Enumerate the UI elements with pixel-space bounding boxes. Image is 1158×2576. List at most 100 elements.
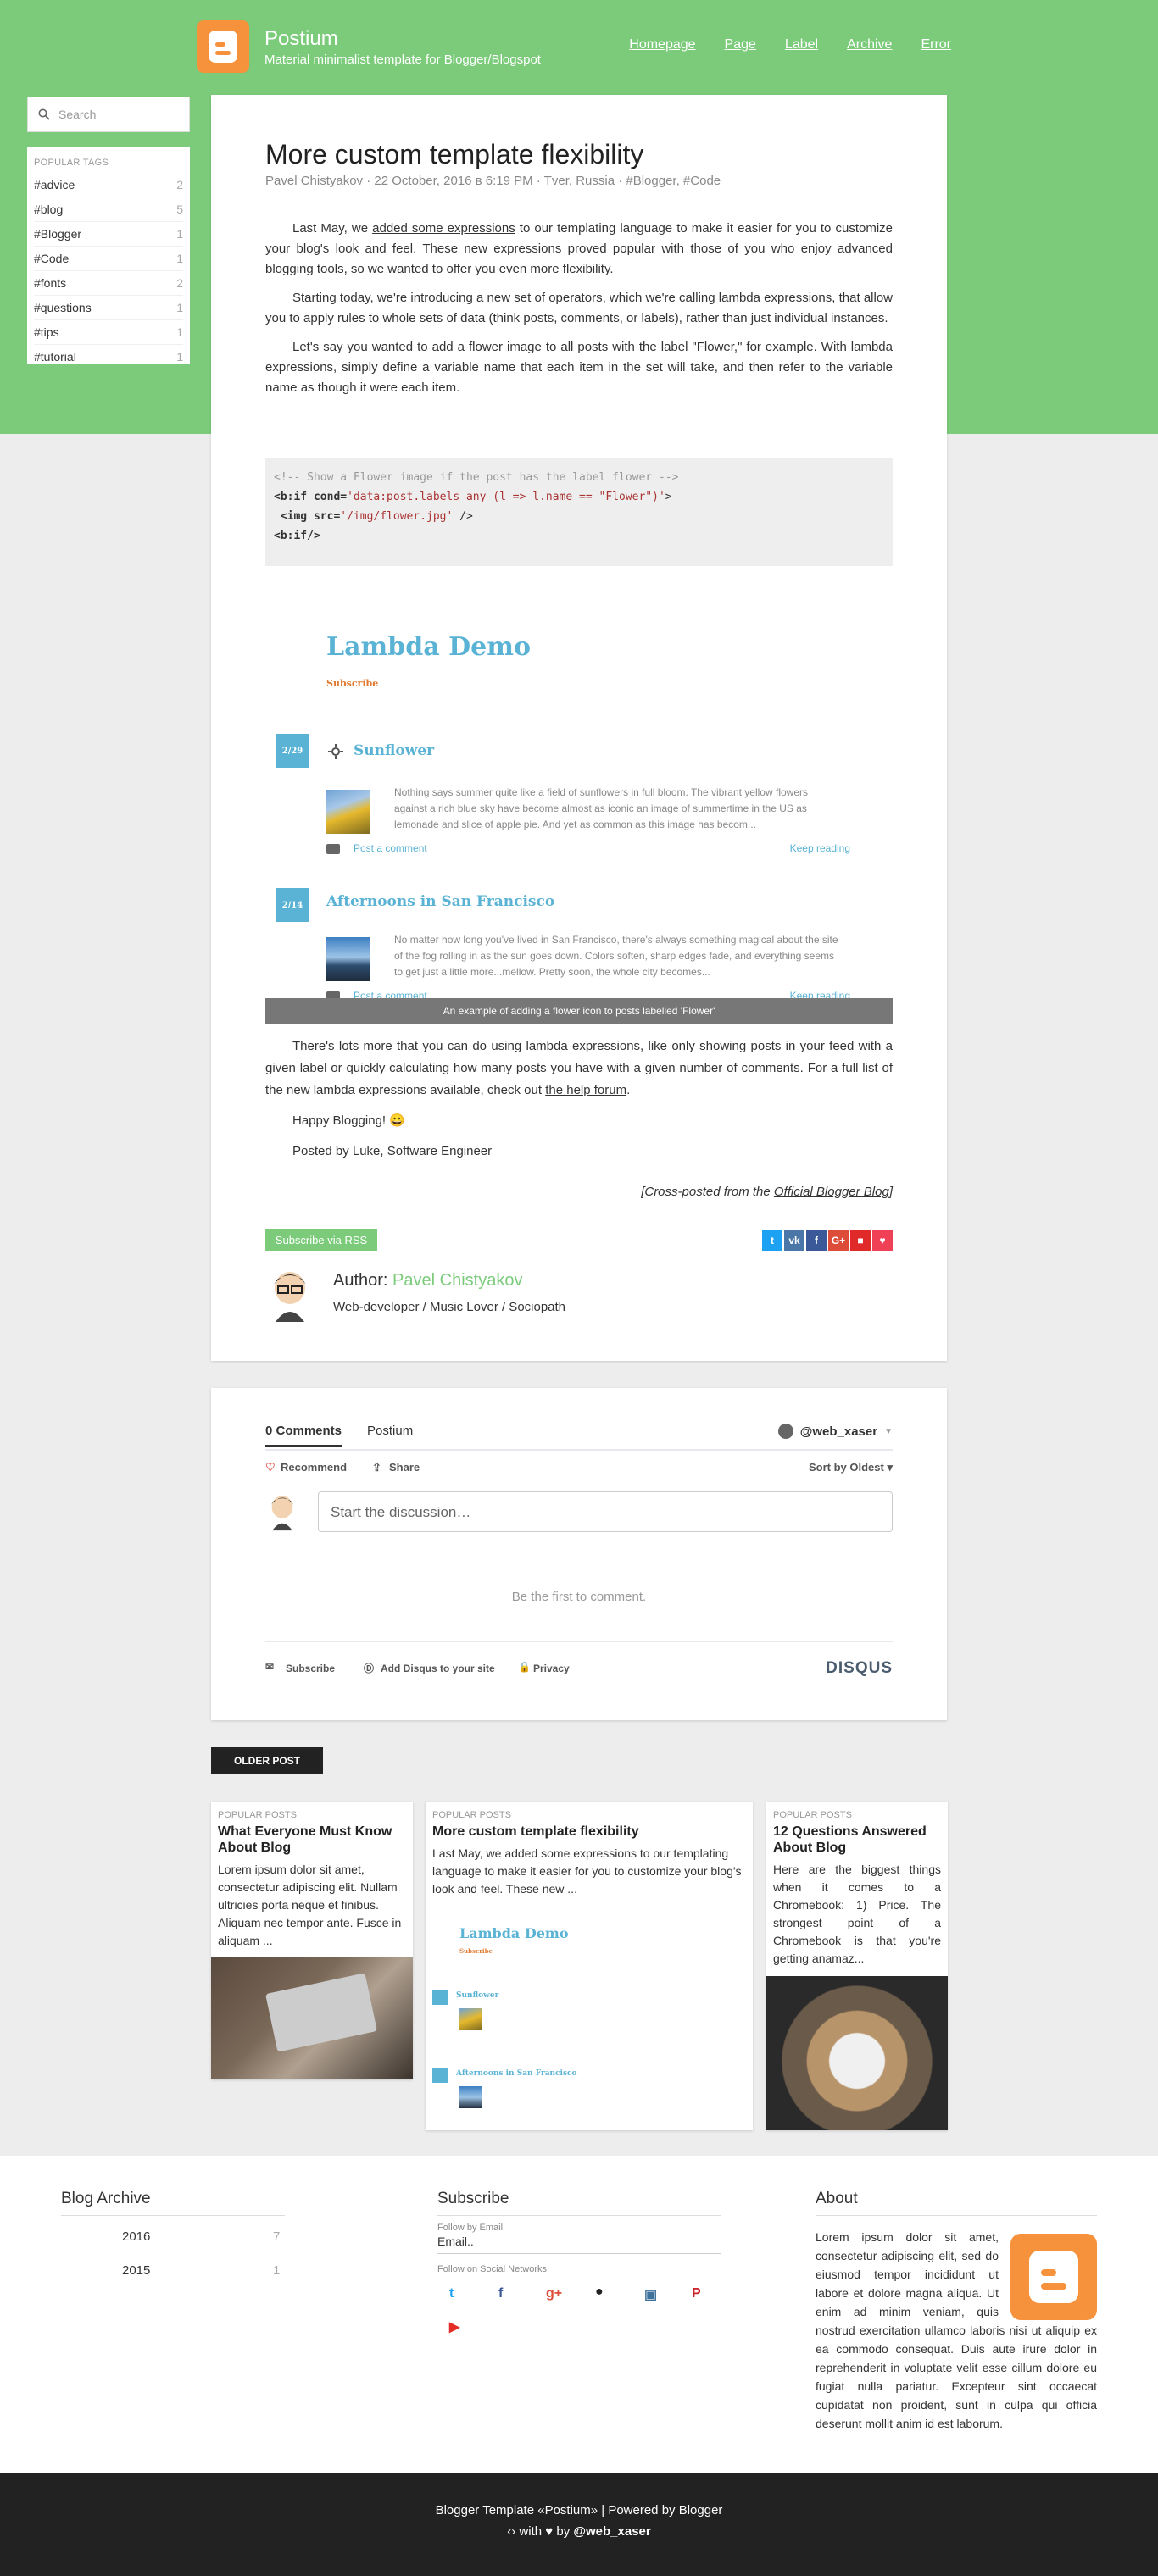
laptop-thumbnail xyxy=(211,1957,413,2079)
lock-icon: 🔒 xyxy=(518,1661,531,1673)
facebook-share-icon[interactable]: f xyxy=(806,1230,827,1251)
tag-name: #questions xyxy=(34,301,92,314)
tag-count: 1 xyxy=(176,227,183,241)
popular-title[interactable]: More custom template flexibility xyxy=(432,1824,746,1840)
twitter-icon[interactable]: t xyxy=(449,2286,454,2301)
demo-title: Lambda Demo xyxy=(326,632,531,662)
github-icon[interactable]: ● xyxy=(595,2285,604,2300)
popular-title[interactable]: What Everyone Must Know About Blog xyxy=(218,1824,406,1856)
tag-item[interactable]: #tutorial 1 xyxy=(34,345,183,369)
comment-icon xyxy=(326,844,340,854)
disqus-user-menu[interactable]: @web_xaser ▼ xyxy=(777,1424,893,1439)
search-input[interactable]: Search xyxy=(27,97,190,132)
disqus-footer: ✉ Subscribe Ⓓ Add Disqus to your site 🔒 … xyxy=(265,1641,893,1679)
disqus-subscribe-link[interactable]: Subscribe xyxy=(286,1663,335,1674)
disqus-logo[interactable]: DISQUS xyxy=(826,1659,893,1678)
tag-item[interactable]: #questions 1 xyxy=(34,296,183,320)
instagram-icon[interactable]: ▣ xyxy=(644,2286,657,2303)
pinterest-icon[interactable]: P xyxy=(692,2286,701,2301)
email-input[interactable]: Email.. xyxy=(437,2233,721,2254)
nav-label[interactable]: Label xyxy=(785,37,818,53)
recommend-button[interactable]: Recommend xyxy=(281,1461,347,1474)
disqus-comments: 0 Comments Postium @web_xaser ▼ ♡ Recomme… xyxy=(211,1388,947,1720)
pocket-share-icon[interactable]: ♥ xyxy=(872,1230,893,1251)
archive-widget: Blog Archive 2016 7 2015 1 xyxy=(61,2190,285,2284)
archive-title: Blog Archive xyxy=(61,2190,285,2216)
sort-dropdown[interactable]: Sort by Oldest ▾ xyxy=(809,1461,893,1474)
tag-name: #Blogger xyxy=(34,227,82,241)
tag-item[interactable]: #fonts 2 xyxy=(34,271,183,296)
lambda-demo-image: Lambda Demo Subscribe 2/29 Sunflower Not… xyxy=(265,595,893,1019)
heart-icon: ♥ xyxy=(545,2524,554,2539)
post-title: More custom template flexibility xyxy=(265,139,644,169)
subscribe-rss-button[interactable]: Subscribe via RSS xyxy=(265,1229,377,1251)
tag-item[interactable]: #Code 1 xyxy=(34,247,183,271)
comment-actions: ♡ Recommend ⇪ Share Sort by Oldest ▾ xyxy=(265,1461,893,1478)
tag-item[interactable]: #tips 1 xyxy=(34,320,183,345)
tag-count: 5 xyxy=(176,203,183,216)
empty-comments-message: Be the first to comment. xyxy=(511,1590,647,1604)
cross-post-note: [Cross-posted from the Official Blogger … xyxy=(641,1185,893,1199)
archive-year-2015[interactable]: 2015 xyxy=(122,2263,150,2278)
demo-post-comment: Post a comment xyxy=(354,842,427,854)
older-post-button[interactable]: OLDER POST xyxy=(211,1747,323,1774)
nav-error[interactable]: Error xyxy=(921,37,951,53)
paragraph-3: Let's say you wanted to add a flower ima… xyxy=(265,340,893,395)
site-title[interactable]: Postium xyxy=(264,27,338,51)
author-bio: Web-developer / Music Lover / Sociopath xyxy=(333,1300,566,1314)
nav-archive[interactable]: Archive xyxy=(847,37,892,53)
post-body-continued: There's lots more that you can do using … xyxy=(265,1035,893,1171)
tag-count: 2 xyxy=(176,178,183,192)
tab-postium[interactable]: Postium xyxy=(367,1424,413,1438)
twitter-share-icon[interactable]: t xyxy=(762,1230,782,1251)
tag-count: 1 xyxy=(176,301,183,314)
author-handle-link[interactable]: @web_xaser xyxy=(573,2524,650,2539)
popular-label: POPULAR POSTS xyxy=(432,1810,511,1820)
popular-post-card[interactable]: POPULAR POSTS 12 Questions Answered Abou… xyxy=(766,1802,948,2130)
vk-share-icon[interactable]: vk xyxy=(784,1230,804,1251)
add-disqus-link[interactable]: Add Disqus to your site xyxy=(381,1663,495,1674)
facebook-icon[interactable]: f xyxy=(498,2286,503,2301)
privacy-link[interactable]: Privacy xyxy=(533,1663,570,1674)
link-official-blogger-blog[interactable]: Official Blogger Blog xyxy=(774,1185,889,1199)
archive-year-2016[interactable]: 2016 xyxy=(122,2229,150,2244)
google-plus-share-icon[interactable]: G+ xyxy=(828,1230,849,1251)
link-help-forum[interactable]: the help forum xyxy=(545,1083,626,1097)
site-description: Material minimalist template for Blogger… xyxy=(264,53,541,67)
blogger-logo-icon[interactable] xyxy=(197,20,249,73)
author-name-link[interactable]: Pavel Chistyakov xyxy=(392,1271,522,1290)
tags-heading: POPULAR TAGS xyxy=(34,158,109,168)
youtube-icon[interactable]: ▶ xyxy=(449,2318,459,2335)
google-plus-icon[interactable]: g+ xyxy=(546,2286,562,2301)
paragraph-2: Starting today, we're introducing a new … xyxy=(265,291,893,325)
post-meta: Pavel Chistyakov · 22 October, 2016 в 6:… xyxy=(265,174,721,188)
site-header: Postium Material minimalist template for… xyxy=(197,20,951,73)
image-caption: An example of adding a flower icon to po… xyxy=(265,998,893,1024)
sunflower-thumbnail xyxy=(326,790,370,834)
popular-post-card[interactable]: POPULAR POSTS More custom template flexi… xyxy=(426,1802,753,2130)
demo-date-badge: 2/29 xyxy=(276,734,309,768)
nav-homepage[interactable]: Homepage xyxy=(629,37,695,53)
popular-label: POPULAR POSTS xyxy=(773,1810,852,1820)
tag-name: #tips xyxy=(34,325,59,339)
tab-comments[interactable]: 0 Comments xyxy=(265,1424,342,1447)
share-button[interactable]: Share xyxy=(389,1461,420,1474)
bookmark-share-icon[interactable]: ■ xyxy=(850,1230,871,1251)
popular-title[interactable]: 12 Questions Answered About Blog xyxy=(773,1824,941,1856)
tag-item[interactable]: #Blogger 1 xyxy=(34,222,183,247)
tag-item[interactable]: #blog 5 xyxy=(34,197,183,222)
envelope-icon: ✉ xyxy=(265,1661,275,1673)
nav-page[interactable]: Page xyxy=(725,37,756,53)
archive-count: 7 xyxy=(273,2229,281,2244)
link-added-expressions[interactable]: added some expressions xyxy=(372,221,515,236)
top-nav: Homepage Page Label Archive Error xyxy=(629,37,951,53)
cats-thumbnail xyxy=(766,1976,948,2130)
tag-count: 1 xyxy=(176,325,183,339)
demo-post-text: Nothing says summer quite like a field o… xyxy=(394,786,808,830)
demo-subscribe: Subscribe xyxy=(326,678,379,689)
search-placeholder: Search xyxy=(58,108,97,121)
popular-post-card[interactable]: POPULAR POSTS What Everyone Must Know Ab… xyxy=(211,1802,413,2079)
comment-input[interactable]: Start the discussion… xyxy=(318,1491,893,1532)
tag-item[interactable]: #advice 2 xyxy=(34,173,183,197)
post-body: Last May, we added some expressions to o… xyxy=(265,219,893,407)
